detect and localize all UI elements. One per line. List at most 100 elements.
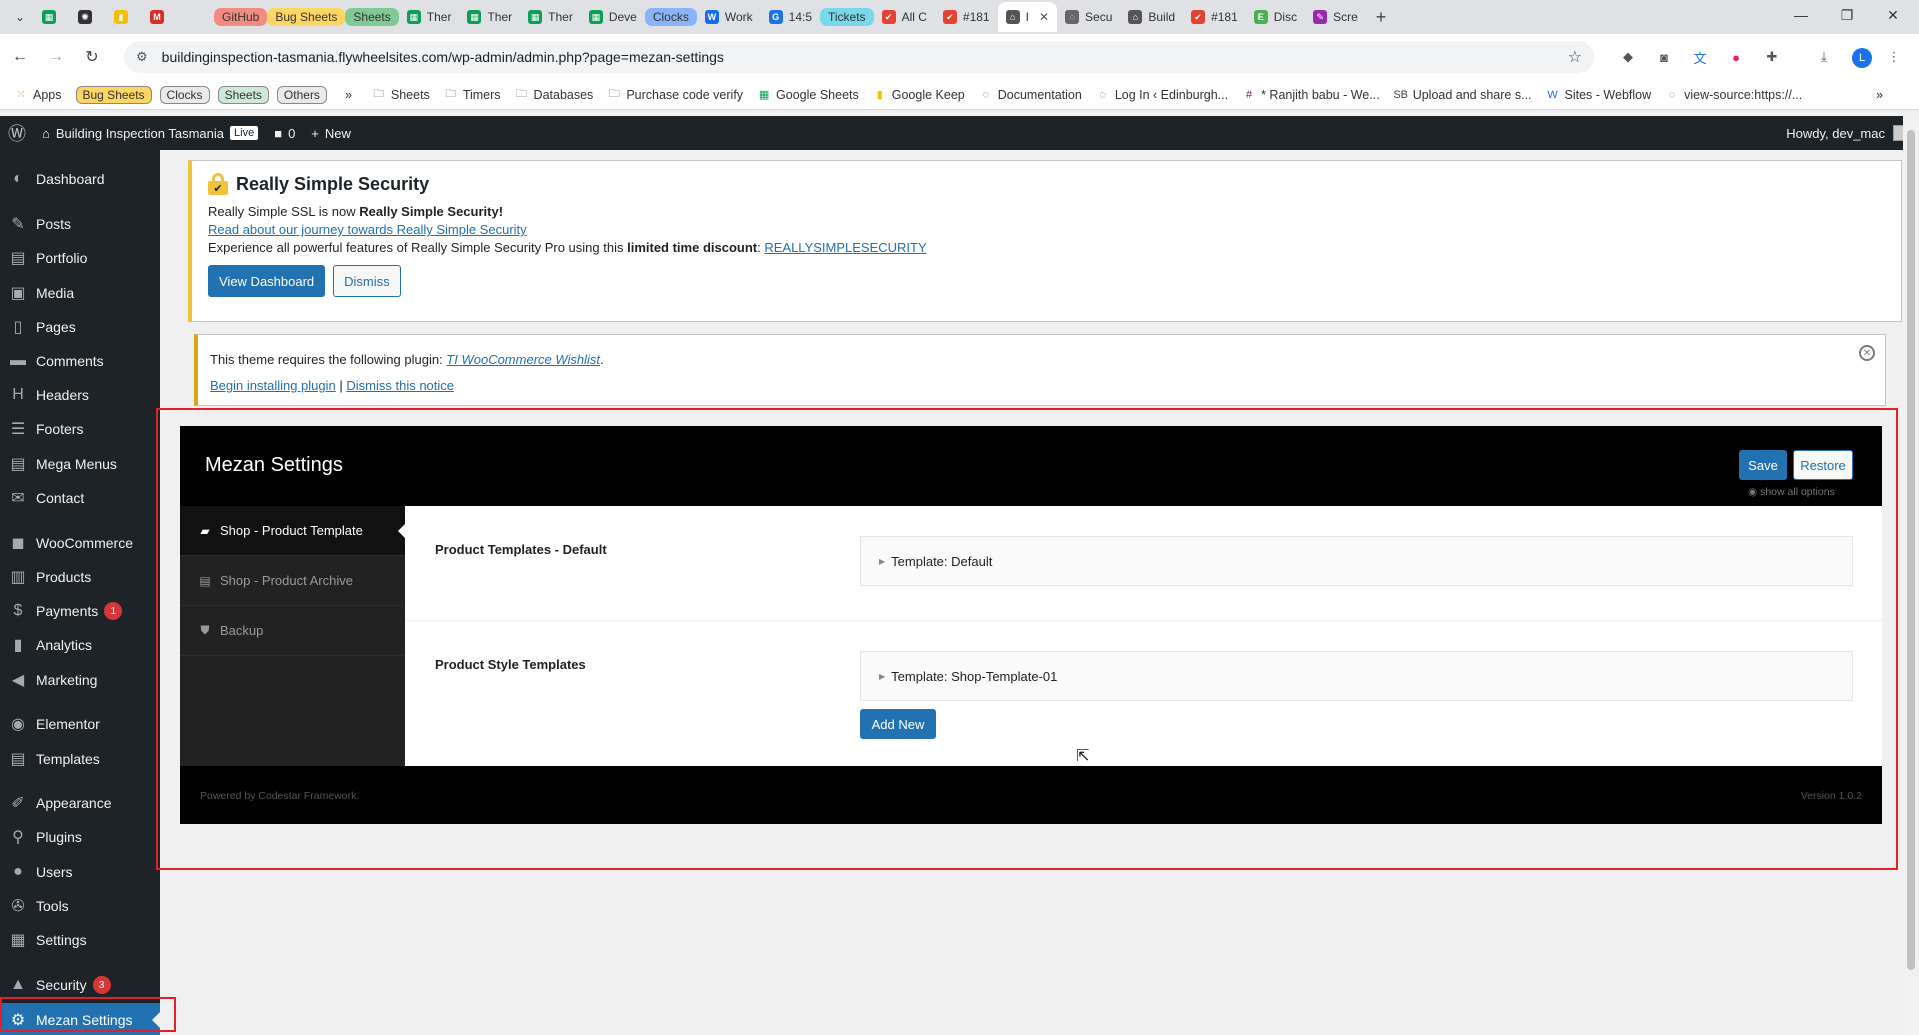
sidebar-item-media[interactable]: ▣ Media [0,276,160,310]
extension-icon[interactable]: ◆ [1618,47,1638,67]
sidebar-item-dashboard[interactable]: ◐ Dashboard [0,162,160,196]
browser-tab[interactable]: ✔ #181 [935,2,998,32]
sidebar-item-payments[interactable]: $ Payments 1 [0,594,160,628]
reload-button[interactable]: ↻ [76,41,108,73]
new-content-link[interactable]: + New [303,126,359,141]
wordpress-logo-icon[interactable]: Ⓦ [0,116,34,150]
coupon-link[interactable]: REALLYSIMPLESECURITY [764,240,926,255]
scrollbar-thumb[interactable] [1907,130,1915,970]
sidebar-item-analytics[interactable]: ▮ Analytics [0,628,160,662]
browser-tab[interactable]: W Work [697,2,761,32]
browser-tab[interactable]: ▮ [106,2,142,32]
sidebar-item-tools[interactable]: ✇ Tools [0,889,160,923]
browser-tab[interactable]: ⌂ Build [1120,2,1183,32]
browser-tab[interactable]: G 14:5 [761,2,820,32]
bookmark-item[interactable]: ⁙ Apps [14,88,61,102]
account-menu[interactable]: Howdy, dev_mac [1786,116,1909,150]
restore-window-button[interactable]: ❐ [1824,0,1870,30]
view-dashboard-button[interactable]: View Dashboard [208,265,326,297]
sidebar-item-templates[interactable]: ▤ Templates [0,742,160,776]
sidebar-item-appearance[interactable]: ✐ Appearance [0,786,160,820]
sidebar-item-contact[interactable]: ✉ Contact [0,481,160,515]
site-name-link[interactable]: ⌂ Building Inspection Tasmania Live [34,126,266,141]
browser-tab[interactable]: Tickets [820,2,874,32]
sidebar-item-woocommerce[interactable]: ◼ WooCommerce [0,526,160,560]
profile-avatar[interactable]: L [1852,48,1872,68]
kebab-menu-icon[interactable]: ⋮ [1884,47,1904,67]
bookmark-item[interactable]: ◌ Documentation [979,88,1081,102]
bookmark-item[interactable]: 🗀 Timers [444,88,500,102]
site-info-icon[interactable]: ⚙ [136,49,148,65]
dismiss-button[interactable]: Dismiss [333,265,401,297]
browser-tab[interactable]: ▦ Ther [459,2,520,32]
bookmark-item[interactable]: 🗀 Sheets [372,88,429,102]
sidebar-item-pages[interactable]: ▯ Pages [0,310,160,344]
browser-tab[interactable]: ▦ Ther [399,2,460,32]
sidebar-item-settings[interactable]: ▦ Settings [0,923,160,957]
puzzle-icon[interactable]: ✚ [1762,47,1782,67]
sidebar-item-users[interactable]: ● Users [0,855,160,889]
browser-tab[interactable]: Bug Sheets [267,2,346,32]
browser-tab[interactable]: Clocks [644,2,697,32]
browser-tab[interactable]: ✔ All C [874,2,935,32]
browser-tab[interactable]: ✔ #181 [1183,2,1246,32]
browser-tab[interactable]: ✺ [70,2,106,32]
browser-tab[interactable]: ⌂ I ✕ [997,2,1058,32]
comments-link[interactable]: ■ 0 [266,126,303,141]
close-tab-icon[interactable]: ✕ [1039,10,1049,24]
recorder-icon[interactable]: ● [1726,47,1746,67]
sidebar-item-footers[interactable]: ☰ Footers [0,412,160,446]
sidebar-item-mega-menus[interactable]: ▤ Mega Menus [0,447,160,481]
forward-button[interactable]: → [40,41,72,73]
bookmark-item[interactable]: 🗀 Purchase code verify [607,88,743,102]
bookmark-item[interactable]: # * Ranjith babu - We... [1242,88,1380,102]
sidebar-item-elementor[interactable]: ◉ Elementor [0,707,160,741]
sidebar-item-plugins[interactable]: ⚲ Plugins [0,820,160,854]
bookmark-folder-pill[interactable]: Others [276,85,327,104]
sidebar-item-products[interactable]: ▥ Products [0,560,160,594]
bookmark-item[interactable]: ▮ Google Keep [873,88,965,102]
address-bar[interactable]: ⚙ buildinginspection-tasmania.flywheelsi… [124,41,1594,73]
bookmarks-overflow-chevron[interactable]: » [1876,88,1883,102]
browser-tab[interactable]: ▦ [34,2,70,32]
browser-tab[interactable]: Sheets [345,2,399,32]
sidebar-item-posts[interactable]: ✎ Posts [0,207,160,241]
browser-tab[interactable]: ◌ Secu [1057,2,1120,32]
browser-tab[interactable]: ▦ Deve [581,2,645,32]
sidebar-item-comments[interactable]: ▬ Comments [0,344,160,378]
new-tab-button[interactable]: + [1366,7,1397,28]
browser-tab[interactable]: ▦ Ther [520,2,581,32]
browser-tab[interactable]: ✎ Scre [1305,2,1366,32]
browser-tab[interactable]: E Disc [1246,2,1305,32]
bookmark-folder-pill[interactable]: Clocks [159,85,210,104]
page-scrollbar[interactable] [1903,116,1919,1035]
begin-installing-link[interactable]: Begin installing plugin [210,378,336,393]
bookmark-folder-pill[interactable]: Bug Sheets [75,85,152,104]
dismiss-notice-link[interactable]: Dismiss this notice [346,378,454,393]
bookmark-item[interactable]: ◌ view-source:https://... [1665,88,1802,102]
translate-icon[interactable]: 文 [1690,47,1710,67]
browser-tab[interactable]: M [142,2,178,32]
more-bookmarks-chevron[interactable]: » [345,88,352,102]
close-notice-icon[interactable]: ✕ [1859,345,1875,361]
plugin-link[interactable]: TI WooCommerce Wishlist [446,352,600,367]
bookmark-item[interactable]: ◌ Log In ‹ Edinburgh... [1096,88,1229,102]
download-icon[interactable]: ⤓ [1814,47,1834,67]
back-button[interactable]: ← [4,41,36,73]
bookmark-item[interactable]: SB Upload and share s... [1393,88,1531,102]
bookmark-item[interactable]: ▦ Google Sheets [757,88,859,102]
bookmark-item[interactable]: 🗀 Databases [515,88,593,102]
browser-tab[interactable]: GitHub [214,2,268,32]
journey-link[interactable]: Read about our journey towards Really Si… [208,222,527,237]
minimize-button[interactable]: — [1778,0,1824,30]
tab-search-button[interactable]: ⌄ [6,3,34,31]
bookmark-item[interactable]: W Sites - Webflow [1546,88,1651,102]
bookmark-star-icon[interactable]: ☆ [1568,47,1582,67]
sidebar-item-headers[interactable]: H Headers [0,378,160,412]
browser-tab[interactable] [178,2,214,32]
camera-icon[interactable]: ◙ [1654,47,1674,67]
close-window-button[interactable]: ✕ [1870,0,1916,30]
sidebar-item-marketing[interactable]: ◀ Marketing [0,663,160,697]
sidebar-item-portfolio[interactable]: ▤ Portfolio [0,241,160,275]
bookmark-folder-pill[interactable]: Sheets [217,85,269,104]
